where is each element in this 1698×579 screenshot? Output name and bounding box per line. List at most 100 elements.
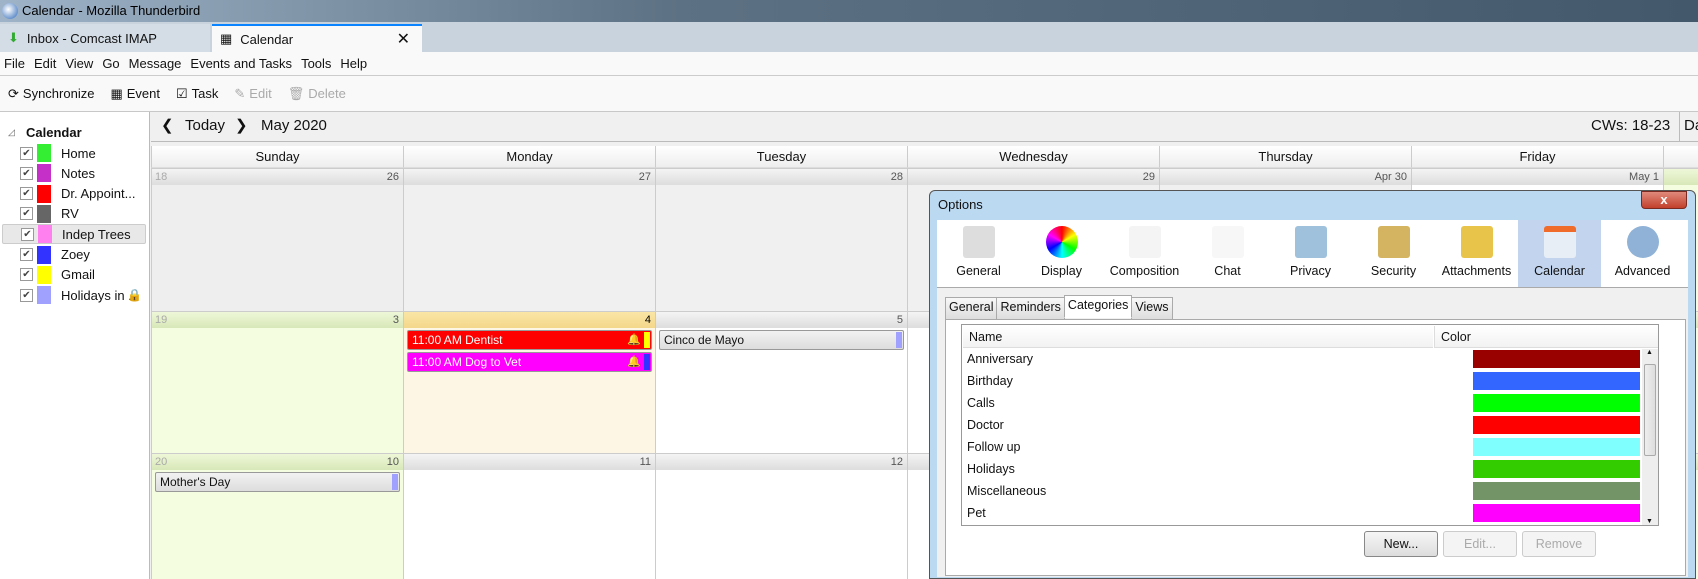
today-button[interactable]: Today bbox=[185, 117, 225, 134]
subtab-general[interactable]: General bbox=[945, 297, 998, 320]
subtab-categories[interactable]: Categories bbox=[1063, 295, 1133, 318]
calendar-item[interactable]: ✔ Dr. Appoint... bbox=[2, 184, 146, 204]
calendar-checkbox[interactable]: ✔ bbox=[20, 268, 33, 282]
calendar-item[interactable]: ✔ Indep Trees bbox=[2, 224, 146, 245]
calendar-checkbox[interactable]: ✔ bbox=[20, 187, 33, 201]
menu-message[interactable]: Message bbox=[129, 56, 182, 71]
event-title: 11:00 AM Dentist bbox=[412, 333, 503, 347]
menu-tools[interactable]: Tools bbox=[301, 56, 331, 71]
menu-view[interactable]: View bbox=[65, 56, 93, 71]
pref-pane-advanced[interactable]: Advanced bbox=[1601, 220, 1684, 287]
calendar-checkbox[interactable]: ✔ bbox=[21, 227, 34, 241]
day-number: May 1 bbox=[1629, 171, 1659, 183]
day-cell[interactable]: 4 11:00 AM Dentist 🔔 11:00 AM Dog to Vet 🔔 bbox=[403, 311, 655, 453]
new-category-button[interactable]: New... bbox=[1364, 531, 1438, 557]
day-cell[interactable]: 12 bbox=[655, 453, 907, 579]
scroll-up-icon[interactable]: ▲ bbox=[1646, 349, 1653, 356]
calendar-color-swatch bbox=[37, 184, 51, 203]
category-row[interactable]: Follow up bbox=[962, 437, 1642, 457]
new-task-button[interactable]: ☑ Task bbox=[176, 86, 218, 102]
category-row[interactable]: Pet bbox=[962, 503, 1642, 523]
category-row[interactable]: Calls bbox=[962, 393, 1642, 413]
synchronize-button[interactable]: ⟳ Synchronize bbox=[8, 86, 94, 102]
scrollbar-thumb[interactable] bbox=[1644, 364, 1656, 456]
pref-pane-composition[interactable]: Composition bbox=[1103, 220, 1186, 287]
category-name: Pet bbox=[967, 506, 986, 520]
display-palette-icon bbox=[1045, 226, 1078, 258]
calendar-item[interactable]: ✔ Notes bbox=[2, 163, 146, 183]
view-tab-day[interactable]: Da bbox=[1679, 112, 1698, 142]
day-cell[interactable]: 11 bbox=[403, 453, 655, 579]
pref-pane-security[interactable]: Security bbox=[1352, 220, 1435, 287]
calendar-checkbox[interactable]: ✔ bbox=[20, 288, 33, 302]
scroll-down-icon[interactable]: ▼ bbox=[1646, 518, 1653, 525]
edit-button[interactable]: ✎ Edit bbox=[234, 86, 271, 102]
day-cell[interactable]: 19 3 bbox=[151, 311, 403, 453]
menu-help[interactable]: Help bbox=[340, 56, 367, 71]
label: Task bbox=[191, 86, 219, 101]
calendar-event[interactable]: 11:00 AM Dog to Vet 🔔 bbox=[407, 352, 652, 372]
calendar-checkbox[interactable]: ✔ bbox=[20, 248, 33, 261]
category-name: Doctor bbox=[967, 418, 1004, 432]
label: Synchronize bbox=[22, 86, 95, 101]
day-cell[interactable]: 27 bbox=[403, 168, 655, 311]
pref-pane-general[interactable]: General bbox=[937, 220, 1020, 287]
previous-icon[interactable]: ❮ bbox=[161, 116, 174, 134]
day-header: Sunday bbox=[151, 146, 403, 168]
category-row[interactable]: Doctor bbox=[962, 415, 1642, 435]
month-label: May 2020 bbox=[261, 117, 327, 134]
remove-category-button[interactable]: Remove bbox=[1522, 531, 1596, 557]
menu-edit[interactable]: Edit bbox=[34, 56, 56, 71]
day-cell[interactable]: 18 26 bbox=[151, 168, 403, 311]
calendar-event[interactable]: Mother's Day bbox=[155, 472, 400, 492]
subtab-views[interactable]: Views bbox=[1131, 297, 1173, 320]
category-row[interactable]: Anniversary bbox=[962, 349, 1642, 369]
calendar-item[interactable]: ✔ Zoey bbox=[2, 245, 146, 265]
menu-go[interactable]: Go bbox=[102, 56, 119, 71]
list-scrollbar[interactable]: ▲ ▼ bbox=[1642, 349, 1658, 525]
next-icon[interactable]: ❯ bbox=[235, 116, 248, 134]
calendar-checkbox[interactable]: ✔ bbox=[20, 146, 33, 160]
calendar-event[interactable]: Cinco de Mayo bbox=[659, 330, 904, 350]
pref-pane-attachments[interactable]: Attachments bbox=[1435, 220, 1518, 287]
column-header-name[interactable]: Name bbox=[963, 326, 1433, 348]
category-row[interactable]: Miscellaneous bbox=[962, 481, 1642, 501]
delete-button[interactable]: 🗑 Delete bbox=[288, 86, 346, 102]
pref-pane-privacy[interactable]: Privacy bbox=[1269, 220, 1352, 287]
category-name: Birthday bbox=[967, 374, 1013, 388]
advanced-gear-icon bbox=[1626, 226, 1659, 258]
column-header-color[interactable]: Color bbox=[1434, 326, 1658, 348]
day-number: Apr 30 bbox=[1374, 171, 1407, 183]
menu-events-tasks[interactable]: Events and Tasks bbox=[190, 56, 292, 71]
category-color-swatch bbox=[1473, 372, 1640, 390]
day-cell[interactable]: 28 bbox=[655, 168, 907, 311]
calendar-item[interactable]: ✔ Gmail bbox=[2, 265, 146, 285]
calendar-item[interactable]: ✔ Holidays in ... 🔒 bbox=[2, 285, 146, 305]
pref-pane-display[interactable]: Display bbox=[1020, 220, 1103, 287]
pref-pane-calendar[interactable]: Calendar bbox=[1518, 220, 1601, 287]
dialog-close-button[interactable]: x bbox=[1641, 191, 1687, 209]
edit-category-button[interactable]: Edit... bbox=[1443, 531, 1517, 557]
menu-file[interactable]: File bbox=[4, 56, 25, 71]
tab-calendar[interactable]: ▦ Calendar ✕ bbox=[212, 24, 422, 52]
category-row[interactable]: Birthday bbox=[962, 371, 1642, 391]
calendar-item[interactable]: ✔ Home bbox=[2, 143, 146, 163]
thunderbird-logo-icon bbox=[2, 3, 18, 19]
calendar-name: RV bbox=[61, 206, 79, 222]
close-tab-icon[interactable]: ✕ bbox=[397, 29, 410, 49]
dialog-title: Options bbox=[938, 197, 983, 212]
calendar-event[interactable]: 11:00 AM Dentist 🔔 bbox=[407, 330, 652, 350]
new-task-icon: ☑ bbox=[176, 85, 188, 101]
calendar-checkbox[interactable]: ✔ bbox=[20, 207, 33, 221]
day-cell[interactable]: 20 10 Mother's Day bbox=[151, 453, 403, 579]
calendar-checkbox[interactable]: ✔ bbox=[20, 166, 33, 180]
category-row[interactable]: Holidays bbox=[962, 459, 1642, 479]
day-header: Tuesday bbox=[655, 146, 907, 168]
day-cell[interactable]: 5 Cinco de Mayo bbox=[655, 311, 907, 453]
calendar-item[interactable]: ✔ RV bbox=[2, 204, 146, 224]
collapse-triangle-icon[interactable]: ◿ bbox=[8, 127, 15, 138]
tab-inbox[interactable]: ⬇ Inbox - Comcast IMAP bbox=[0, 24, 210, 52]
new-event-button[interactable]: ▦ Event bbox=[110, 86, 160, 102]
pref-pane-chat[interactable]: Chat bbox=[1186, 220, 1269, 287]
subtab-reminders[interactable]: Reminders bbox=[996, 297, 1065, 320]
